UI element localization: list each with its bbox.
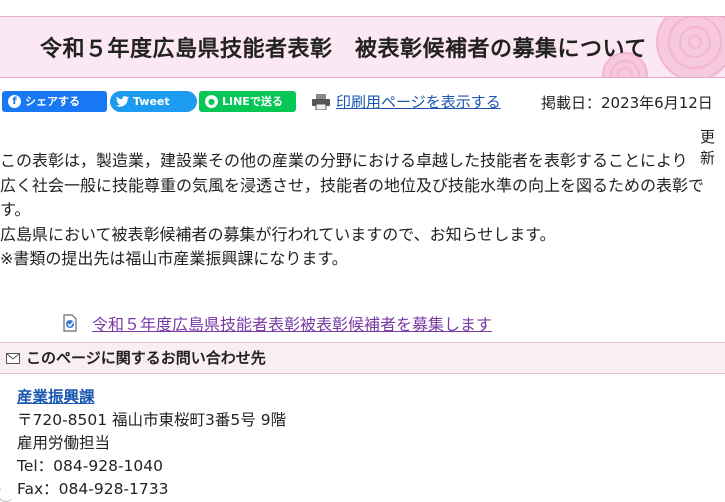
twitter-bird-icon [116, 96, 129, 107]
line-icon: ● [205, 95, 218, 108]
document-icon [63, 314, 77, 332]
document-link-text[interactable]: 令和５年度広島県技能者表彰被表彰候補者を募集します [92, 311, 492, 335]
tweet-label: Tweet [133, 95, 170, 108]
contact-info: 産業振興課 〒720-8501 福山市東桜町3番5号 9階 雇用労働担当 Tel… [17, 386, 286, 501]
facebook-share-label: シェアする [25, 95, 80, 108]
line-share-button[interactable]: ● LINEで送る [199, 91, 296, 112]
article-body: この表彰は，製造業，建設業その他の産業の分野における卓越した技能者を表彰すること… [0, 149, 725, 272]
print-link-text[interactable]: 印刷用ページを表示する [336, 91, 501, 112]
body-paragraph: 広く社会一般に技能尊重の気風を浸透させ，技能者の地位及び技能水準の向上を図るため… [0, 175, 705, 220]
contact-tel: Tel：084-928-1040 [17, 457, 163, 475]
contact-fax: Fax：084-928-1733 [17, 480, 169, 498]
body-paragraph: ※書類の提出先は福山市産業振興課になります。 [0, 249, 348, 268]
page-title-bar: 令和５年度広島県技能者表彰 被表彰候補者の募集について [0, 16, 725, 78]
print-link[interactable]: 印刷用ページを表示する [312, 91, 501, 112]
share-toolbar: f シェアする Tweet ● LINEで送る 印刷用ページを表示する 掲載日：… [0, 91, 725, 115]
body-paragraph: 広島県において被表彰候補者の募集が行われていますので、お知らせします。 [0, 224, 556, 244]
mail-icon [6, 352, 20, 364]
line-share-label: LINEで送る [222, 95, 283, 108]
contact-heading-text: このページに関するお問い合わせ先 [26, 349, 266, 367]
contact-section: 雇用労働担当 [17, 434, 111, 452]
department-link[interactable]: 産業振興課 [17, 388, 95, 406]
printer-icon [312, 93, 330, 110]
body-paragraph: この表彰は，製造業，建設業その他の産業の分野における卓越した技能者を表彰すること… [0, 151, 688, 170]
page-title: 令和５年度広島県技能者表彰 被表彰候補者の募集について [40, 37, 647, 62]
tweet-button[interactable]: Tweet [110, 91, 197, 112]
contact-heading: このページに関するお問い合わせ先 [0, 342, 725, 374]
document-link[interactable]: 令和５年度広島県技能者表彰被表彰候補者を募集します [62, 311, 492, 335]
contact-address: 〒720-8501 福山市東桜町3番5号 9階 [17, 411, 287, 429]
facebook-share-button[interactable]: f シェアする [2, 91, 107, 112]
published-date: 掲載日：2023年6月12日 [541, 94, 713, 112]
facebook-icon: f [8, 95, 21, 108]
